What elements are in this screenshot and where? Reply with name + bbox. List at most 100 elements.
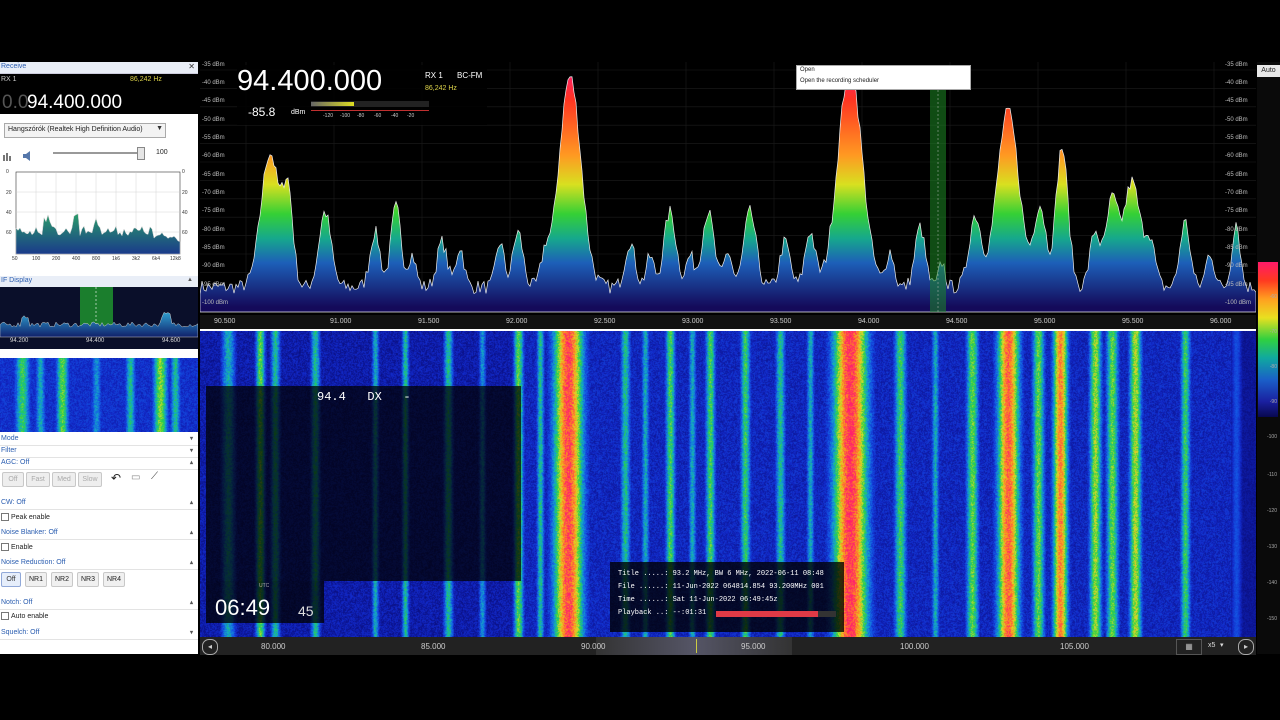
chevron-down-icon: ▾	[189, 436, 193, 442]
audio-x-tick: 200	[52, 256, 61, 262]
if-display-title: IF Display	[1, 277, 33, 284]
scroll-left-icon[interactable]: ◂	[202, 639, 218, 655]
notch-section[interactable]: Notch: Off ▴	[0, 598, 198, 610]
if-waterfall	[0, 358, 198, 432]
color-scale-tick: -150	[1266, 616, 1277, 622]
if-freq-label: 94.200	[10, 338, 29, 344]
graph-icon[interactable]: ⟋	[151, 471, 158, 482]
s-meter-tick: -60	[374, 113, 382, 119]
nr2-button[interactable]: NR2	[51, 572, 73, 587]
nb-enable-checkbox[interactable]: Enable	[1, 543, 33, 551]
agc-off-button[interactable]: Off	[2, 472, 24, 487]
color-scale-tick: -60	[1269, 294, 1277, 300]
audio-bars-icon[interactable]	[2, 148, 14, 161]
agc-med-button[interactable]: Med	[52, 472, 76, 487]
context-menu: Open Open the recording scheduler	[796, 65, 971, 90]
agc-fast-button[interactable]: Fast	[26, 472, 50, 487]
agc-slow-button[interactable]: Slow	[78, 472, 102, 487]
overview-freq-label: 95.000	[741, 642, 766, 651]
freq-tick-label: 95.500	[1122, 318, 1144, 325]
auto-button[interactable]: Auto	[1257, 65, 1280, 77]
menu-item-recording-scheduler[interactable]: Open the recording scheduler	[800, 78, 879, 84]
audio-y-tick-right: 40	[182, 210, 188, 216]
sample-rate: 86,242 Hz	[425, 85, 457, 92]
audio-x-axis: 50 100 200 400 800 1k6 3k2 6k4 12k8	[12, 256, 188, 264]
db-tick-right: -50 dBm	[1225, 117, 1248, 123]
utc-clock: UTC 06:49 45	[206, 581, 324, 623]
audio-x-tick: 800	[92, 256, 101, 262]
volume-slider-thumb[interactable]	[137, 147, 145, 160]
color-scale-tick: -90	[1269, 399, 1277, 405]
receive-frequency[interactable]: 94.400.000	[27, 92, 122, 114]
chevron-up-icon: ▴	[189, 560, 193, 566]
audio-y-tick: 20	[6, 190, 12, 196]
s-meter-tick: -100	[340, 113, 351, 119]
s-meter-tick: -120	[323, 113, 334, 119]
audio-device-select[interactable]: Hangszórók (Realtek High Definition Audi…	[4, 123, 166, 138]
clock-seconds: 45	[298, 603, 314, 619]
audio-x-tick: 400	[72, 256, 81, 262]
zoom-level[interactable]: x5	[1208, 642, 1215, 649]
peak-enable-label: Peak enable	[11, 513, 50, 521]
overview-freq-label: 85.000	[421, 642, 446, 651]
if-freq-label: 94.400	[86, 338, 105, 344]
cw-section[interactable]: CW: Off ▴	[0, 498, 198, 510]
volume-slider[interactable]	[53, 147, 145, 160]
filter-section[interactable]: Filter ▾	[0, 446, 198, 458]
menu-item-open[interactable]: Open	[800, 67, 815, 73]
notch-auto-checkbox[interactable]: Auto enable	[1, 612, 48, 620]
freq-tick-label: 94.000	[858, 318, 880, 325]
spectrum-frequency-axis[interactable]: 90.500 91.000 91.500 92.000 92.500 93.00…	[200, 315, 1256, 329]
db-tick-right: -75 dBm	[1225, 208, 1248, 214]
spectrum-display[interactable]: 94.400.000 RX 1 BC-FM 86,242 Hz -85.8 dB…	[200, 62, 1256, 324]
audio-x-tick: 50	[12, 256, 18, 262]
noise-blanker-section[interactable]: Noise Blanker: Off ▴	[0, 528, 198, 540]
playback-progress[interactable]	[716, 611, 836, 617]
audio-y-tick: 0	[6, 169, 9, 175]
info-title: Title .....: 93.2 MHz, BW 6 MHz, 2022-06…	[618, 570, 824, 578]
receive-freq-box: RX 1 86,242 Hz 0.0 94.400.000	[0, 74, 198, 114]
db-tick-left: -85 dBm	[202, 245, 225, 251]
squelch-section-label: Squelch: Off	[1, 629, 40, 636]
db-tick-left: -70 dBm	[202, 190, 225, 196]
squelch-section[interactable]: Squelch: Off ▾	[0, 628, 198, 640]
audio-device-value: Hangszórók (Realtek High Definition Audi…	[8, 126, 143, 133]
db-tick-left: -60 dBm	[202, 153, 225, 159]
checkbox-box	[1, 513, 9, 521]
nr4-button[interactable]: NR4	[103, 572, 125, 587]
db-tick-right: -65 dBm	[1225, 172, 1248, 178]
overview-frequency-axis[interactable]: ◂ 80.000 85.000 90.000 95.000 100.000 10…	[200, 637, 1256, 655]
freq-dim-digits: 0.0	[2, 92, 29, 113]
speaker-icon[interactable]	[22, 148, 34, 161]
agc-section[interactable]: AGC: Off ▴	[0, 458, 198, 470]
camera-icon[interactable]: ▦	[1176, 639, 1202, 655]
db-tick-left: -45 dBm	[202, 98, 225, 104]
db-tick-left: -100 dBm	[202, 300, 229, 306]
if-waterfall-canvas	[0, 358, 198, 432]
nr3-button[interactable]: NR3	[77, 572, 99, 587]
rds-text: 94.4 DX -	[317, 390, 411, 404]
right-scale-panel: Auto -60 -70 -80 -90 -100 -110 -120 -130…	[1257, 62, 1280, 654]
audio-y-tick: 60	[6, 230, 12, 236]
scroll-right-icon[interactable]: ▸	[1238, 639, 1254, 655]
panel-close-icon[interactable]: ✕	[188, 62, 195, 71]
nr-off-button[interactable]: Off	[1, 572, 21, 587]
main-frequency[interactable]: 94.400.000	[237, 65, 382, 98]
mode-section[interactable]: Mode ▾	[0, 434, 198, 446]
nr1-button[interactable]: NR1	[25, 572, 47, 587]
playback-info-panel: Title .....: 93.2 MHz, BW 6 MHz, 2022-06…	[610, 562, 844, 632]
waterfall-display[interactable]: 94.4 DX - UTC 06:49 45 Title .....: 93.2…	[200, 331, 1256, 637]
square-icon[interactable]: ▭	[131, 472, 140, 483]
s-meter-tick: -20	[407, 113, 415, 119]
color-scale-bar[interactable]	[1258, 262, 1278, 417]
color-scale-tick: -80	[1269, 364, 1277, 370]
db-tick-right: -55 dBm	[1225, 135, 1248, 141]
peak-enable-checkbox[interactable]: Peak enable	[1, 513, 50, 521]
db-tick-left: -90 dBm	[202, 263, 225, 269]
db-tick-right: -80 dBm	[1225, 227, 1248, 233]
freq-tick-label: 94.500	[946, 318, 968, 325]
undo-icon[interactable]: ↶	[111, 471, 121, 485]
chevron-down-icon[interactable]: ▾	[1220, 641, 1224, 649]
if-spectrum[interactable]: 94.200 94.400 94.600	[0, 287, 198, 349]
noise-reduction-section[interactable]: Noise Reduction: Off ▴	[0, 558, 198, 570]
